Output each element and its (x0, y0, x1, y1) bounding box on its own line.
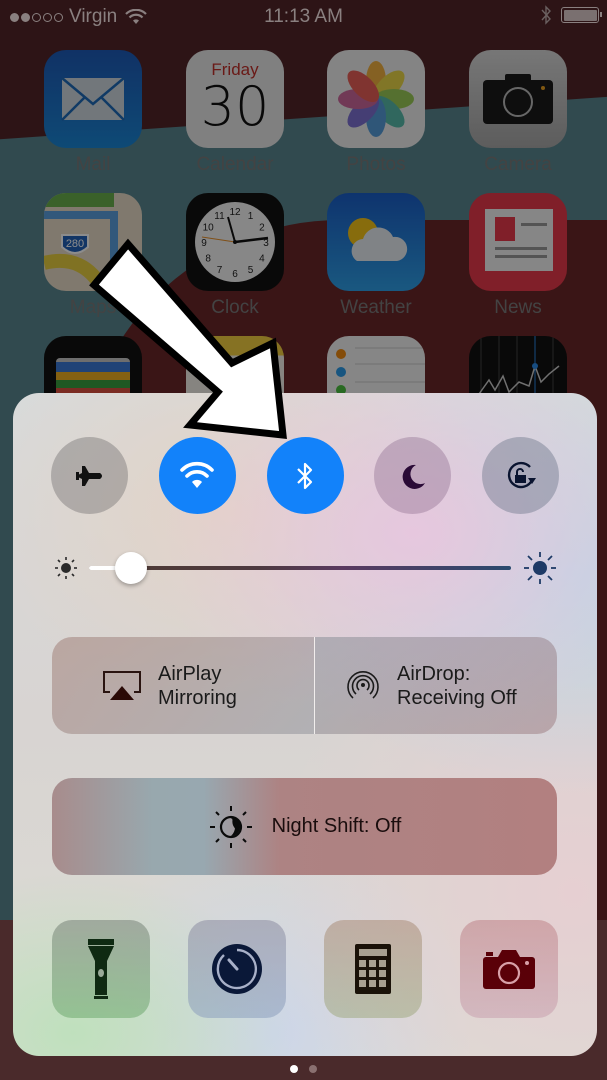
mail-icon (44, 50, 142, 148)
camera-icon (469, 50, 567, 148)
brightness-high-icon (524, 552, 556, 584)
timer-icon (212, 944, 262, 994)
control-center: AirPlay Mirroring AirDrop: Receiving Off… (13, 393, 597, 1056)
night-shift-label: Night Shift: Off (271, 815, 402, 837)
flashlight-button[interactable] (52, 920, 150, 1018)
clock-number: 2 (259, 223, 265, 234)
bluetooth-icon (297, 462, 313, 489)
battery-icon (561, 7, 602, 23)
wifi-toggle[interactable] (158, 437, 236, 514)
app-clock[interactable]: 12 1 2 3 4 5 6 7 8 9 10 11 Clock (186, 193, 284, 319)
brightness-control (53, 552, 557, 584)
wifi-icon (180, 461, 215, 488)
clock-number: 5 (248, 265, 254, 276)
page-dot-active (290, 1065, 298, 1073)
app-maps[interactable]: 280 Maps (44, 193, 142, 319)
clock-number: 12 (229, 207, 241, 218)
app-weather[interactable]: Weather (327, 193, 425, 319)
calculator-icon (355, 944, 391, 994)
camera-icon (483, 950, 535, 989)
clock-number: 8 (205, 254, 211, 265)
shortcut-row (52, 920, 558, 1018)
airdrop-button[interactable]: AirDrop: Receiving Off (315, 637, 557, 734)
status-bar: Virgin 11:13 AM (0, 0, 607, 34)
page-dot (309, 1065, 317, 1073)
airplay-icon (103, 670, 141, 700)
photos-icon (327, 50, 425, 148)
airplay-mirroring-button[interactable]: AirPlay Mirroring (52, 637, 315, 734)
flashlight-icon (88, 939, 114, 999)
app-news[interactable]: News (469, 193, 567, 319)
airdrop-icon (347, 670, 379, 699)
brightness-low-icon (55, 557, 77, 579)
airplay-airdrop-row: AirPlay Mirroring AirDrop: Receiving Off (52, 637, 557, 734)
app-mail[interactable]: Mail (44, 50, 142, 176)
moon-icon (402, 464, 425, 489)
maps-icon: 280 (44, 193, 142, 291)
weather-icon (327, 193, 425, 291)
clock-number: 7 (217, 265, 223, 276)
bluetooth-toggle[interactable] (266, 437, 344, 514)
airplane-mode-toggle[interactable] (51, 437, 128, 514)
calendar-icon: Friday 30 (186, 50, 284, 148)
night-shift-icon (209, 805, 252, 848)
calculator-button[interactable] (324, 920, 422, 1018)
bluetooth-status-icon (541, 5, 551, 25)
clock-number: 6 (232, 269, 238, 280)
status-time: 11:13 AM (264, 6, 343, 27)
brightness-slider[interactable] (89, 552, 511, 584)
app-photos[interactable]: Photos (327, 50, 425, 176)
rotation-lock-toggle[interactable] (482, 437, 559, 514)
news-icon (469, 193, 567, 291)
app-camera[interactable]: Camera (469, 50, 567, 176)
app-calendar[interactable]: Friday 30 Calendar (186, 50, 284, 176)
camera-button[interactable] (460, 920, 558, 1018)
svg-text:280: 280 (66, 238, 84, 250)
clock-number: 1 (248, 211, 254, 222)
clock-number: 10 (203, 223, 215, 234)
airplane-icon (75, 465, 102, 486)
do-not-disturb-toggle[interactable] (374, 437, 452, 514)
page-indicator[interactable] (0, 1065, 607, 1073)
night-shift-button[interactable]: Night Shift: Off (52, 778, 557, 875)
clock-icon: 12 1 2 3 4 5 6 7 8 9 10 11 (186, 193, 284, 291)
toggle-row (51, 437, 559, 514)
timer-button[interactable] (188, 920, 286, 1018)
clock-number: 9 (201, 238, 207, 249)
clock-number: 4 (259, 254, 265, 265)
clock-number: 11 (214, 211, 225, 222)
rotation-lock-icon (507, 461, 536, 488)
brightness-slider-thumb[interactable] (115, 552, 148, 584)
